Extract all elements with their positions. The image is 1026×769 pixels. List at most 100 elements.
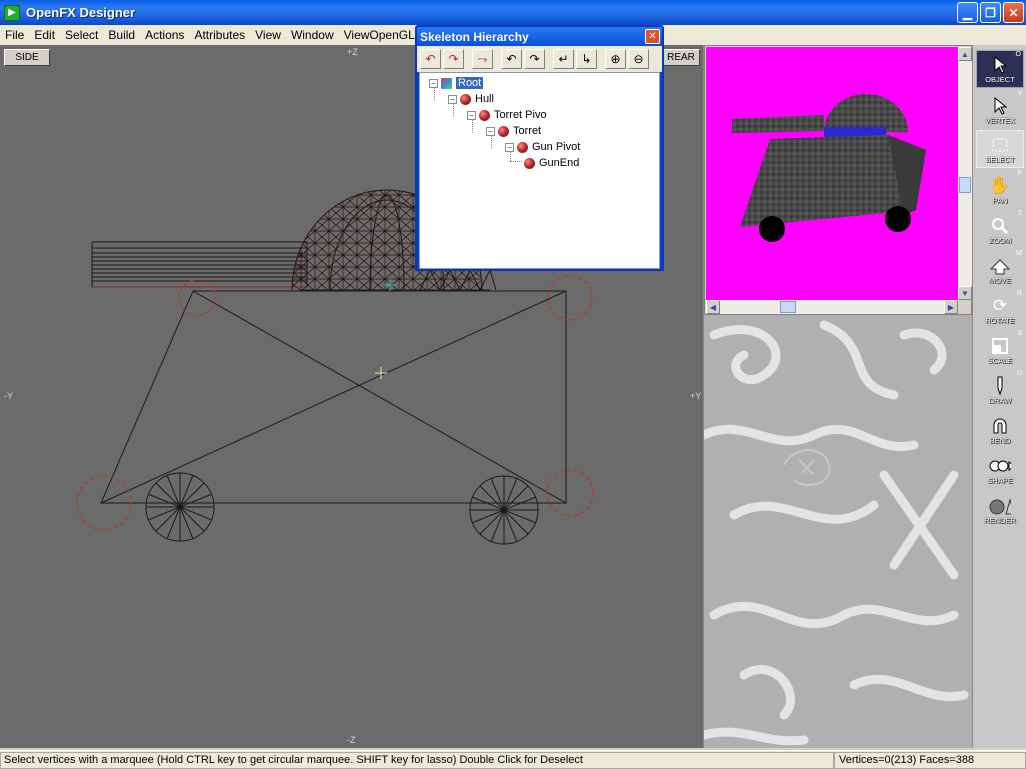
menu-view[interactable]: View bbox=[250, 28, 286, 42]
rotate-left-button[interactable]: ↶ bbox=[420, 49, 441, 69]
maximize-button[interactable]: ❐ bbox=[980, 2, 1001, 23]
tool-scale[interactable]: S SCALE bbox=[976, 330, 1024, 368]
tree-node-torret[interactable]: − Torret bbox=[486, 123, 541, 139]
side-view-button[interactable]: SIDE bbox=[4, 49, 50, 66]
maximize-icon: ❐ bbox=[985, 5, 996, 20]
render-preview-panel: ▲ ▼ ◀ ▶ bbox=[704, 45, 972, 315]
wheel-left-mesh bbox=[145, 472, 215, 542]
zoom-out-button[interactable]: ⊖ bbox=[628, 49, 649, 69]
rotate-right-icon: ↷ bbox=[448, 52, 459, 66]
tool-select[interactable]: SELECT bbox=[976, 130, 1024, 168]
menu-edit[interactable]: Edit bbox=[29, 28, 60, 42]
preview-vertical-scrollbar[interactable]: ▲ ▼ bbox=[958, 47, 972, 300]
tool-draw[interactable]: D DRAW bbox=[976, 370, 1024, 408]
tree-node-gun-pivot[interactable]: − Gun Pivot bbox=[505, 139, 580, 155]
tree-node-label: Torret Pivo bbox=[494, 109, 547, 121]
rotate-left-icon: ↶ bbox=[425, 52, 436, 66]
tree-node-label: Hull bbox=[475, 93, 494, 105]
rear-view-button[interactable]: REAR bbox=[662, 49, 700, 66]
tilt-left-button[interactable]: ↶ bbox=[501, 49, 522, 69]
status-bar: Select vertices with a marquee (Hold CTR… bbox=[0, 750, 1026, 769]
tree-node-torret-pivo[interactable]: − Torret Pivo bbox=[467, 107, 547, 123]
tool-key: P bbox=[1017, 170, 1022, 177]
skeleton-toolbar: ↶ ↷ ⤳ ↶ ↷ ↵ ↳ ⊕ ⊖ bbox=[417, 46, 662, 72]
tree-node-label: Gun Pivot bbox=[532, 141, 581, 153]
tool-key: S bbox=[1017, 330, 1022, 337]
zoom-in-icon: ⊕ bbox=[610, 52, 621, 66]
tool-key: V bbox=[1017, 90, 1022, 97]
menu-select[interactable]: Select bbox=[60, 28, 103, 42]
cursor-icon bbox=[989, 55, 1011, 75]
move-left-icon: ↵ bbox=[558, 52, 569, 66]
link-button[interactable]: ⤳ bbox=[472, 49, 493, 69]
tool-bend[interactable]: BEND bbox=[976, 410, 1024, 448]
axis-label-left: -Y bbox=[4, 391, 13, 401]
tool-pan[interactable]: P ✋ PAN bbox=[976, 170, 1024, 208]
render-preview-canvas[interactable] bbox=[706, 47, 958, 300]
scroll-up-arrow-icon[interactable]: ▲ bbox=[958, 47, 972, 61]
skeleton-dialog-title: Skeleton Hierarchy bbox=[420, 29, 529, 44]
tilt-right-button[interactable]: ↷ bbox=[524, 49, 545, 69]
close-icon: ✕ bbox=[1008, 5, 1019, 20]
tree-node-hull[interactable]: − Hull bbox=[448, 91, 494, 107]
horizontal-scroll-thumb[interactable] bbox=[780, 301, 796, 313]
title-bar[interactable]: ▶ OpenFX Designer ▁ ❐ ✕ bbox=[0, 0, 1026, 25]
rotate-right-button[interactable]: ↷ bbox=[443, 49, 464, 69]
tool-render[interactable]: RENDER bbox=[976, 490, 1024, 528]
magnifier-icon bbox=[989, 216, 1011, 236]
tool-shape[interactable]: SHAPE bbox=[976, 450, 1024, 488]
collapse-toggle-icon[interactable]: − bbox=[429, 78, 438, 88]
menu-file[interactable]: File bbox=[0, 28, 29, 42]
collapse-toggle-icon[interactable]: − bbox=[505, 142, 514, 152]
vertical-scroll-thumb[interactable] bbox=[959, 177, 971, 193]
status-hint: Select vertices with a marquee (Hold CTR… bbox=[0, 751, 834, 769]
menu-actions[interactable]: Actions bbox=[140, 28, 189, 42]
bone-icon bbox=[498, 125, 509, 137]
tree-node-label: Root bbox=[456, 77, 484, 89]
tree-node-label: GunEnd bbox=[539, 157, 580, 169]
tool-zoom[interactable]: Z ZOOM bbox=[976, 210, 1024, 248]
move-icon bbox=[989, 256, 1011, 276]
tool-label: RENDER bbox=[984, 516, 1016, 525]
tool-key: M bbox=[1016, 250, 1022, 257]
menu-viewopengl[interactable]: ViewOpenGL bbox=[339, 28, 420, 42]
tree-node-gunend[interactable]: GunEnd bbox=[524, 155, 579, 171]
skeleton-dialog-titlebar[interactable]: Skeleton Hierarchy bbox=[417, 27, 662, 46]
scroll-right-arrow-icon[interactable]: ▶ bbox=[944, 300, 958, 314]
tree-node-root[interactable]: − Root bbox=[429, 75, 484, 91]
tool-rotate[interactable]: R ⟳ ROTATE bbox=[976, 290, 1024, 328]
tool-key: Z bbox=[1017, 210, 1022, 217]
app-icon: ▶ bbox=[4, 4, 20, 21]
background-pattern bbox=[704, 315, 972, 748]
collapse-toggle-icon[interactable]: − bbox=[467, 110, 476, 120]
tool-key: O bbox=[1015, 51, 1021, 58]
preview-horizontal-scrollbar[interactable]: ◀ ▶ bbox=[706, 300, 958, 314]
menu-attributes[interactable]: Attributes bbox=[189, 28, 250, 42]
link-icon: ⤳ bbox=[477, 51, 488, 66]
bone-icon bbox=[517, 141, 528, 153]
menu-build[interactable]: Build bbox=[103, 28, 140, 42]
skeleton-tree[interactable]: − Root − Hull − Torret Pivo − Torret − G… bbox=[419, 72, 660, 269]
zoom-out-icon: ⊖ bbox=[633, 52, 644, 66]
close-button[interactable]: ✕ bbox=[1003, 2, 1024, 23]
collapse-toggle-icon[interactable]: − bbox=[448, 94, 457, 104]
axis-label-bottom: -Z bbox=[347, 735, 356, 745]
move-left-button[interactable]: ↵ bbox=[553, 49, 574, 69]
move-right-icon: ↳ bbox=[581, 52, 592, 66]
bone-icon bbox=[524, 157, 535, 169]
tool-vertex[interactable]: V VERTEX bbox=[976, 90, 1024, 128]
minimize-icon: ▁ bbox=[962, 5, 973, 20]
zoom-in-button[interactable]: ⊕ bbox=[605, 49, 626, 69]
scroll-down-arrow-icon[interactable]: ▼ bbox=[958, 286, 972, 300]
close-icon: ✕ bbox=[648, 31, 657, 42]
magnet-icon bbox=[989, 416, 1011, 436]
scroll-left-arrow-icon[interactable]: ◀ bbox=[706, 300, 720, 314]
move-right-button[interactable]: ↳ bbox=[576, 49, 597, 69]
collapse-toggle-icon[interactable]: − bbox=[486, 126, 495, 136]
menu-window[interactable]: Window bbox=[286, 28, 339, 42]
tool-object[interactable]: O OBJECT bbox=[976, 50, 1024, 88]
tool-label: PAN bbox=[992, 196, 1008, 205]
tool-move[interactable]: M MOVE bbox=[976, 250, 1024, 288]
skeleton-close-button[interactable]: ✕ bbox=[645, 29, 660, 44]
minimize-button[interactable]: ▁ bbox=[957, 2, 978, 23]
